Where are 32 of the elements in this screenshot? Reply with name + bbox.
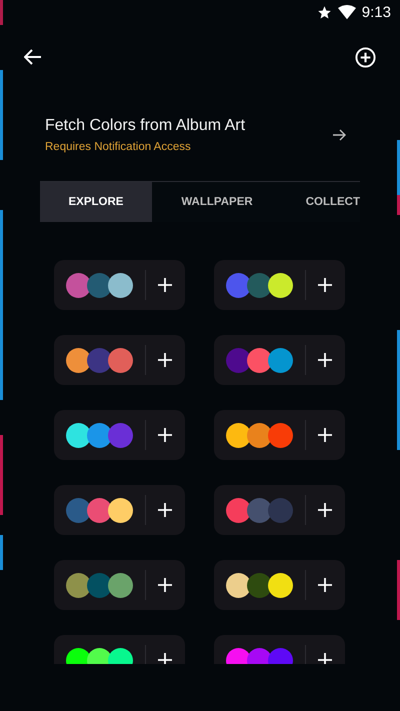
add-icon[interactable] (355, 46, 376, 68)
plus-icon[interactable] (318, 578, 332, 592)
plus-icon[interactable] (158, 278, 172, 292)
clock: 9:13 (362, 4, 391, 20)
plus-icon[interactable] (318, 503, 332, 517)
back-icon[interactable] (24, 49, 42, 65)
plus-icon[interactable] (158, 428, 172, 442)
tab[interactable]: WALLPAPER (152, 182, 282, 222)
tab[interactable]: COLLECT (282, 182, 360, 222)
tab[interactable]: EXPLORE (40, 182, 152, 222)
plus-icon[interactable] (158, 578, 172, 592)
plus-icon[interactable] (158, 503, 172, 517)
palette-card[interactable] (214, 335, 345, 385)
feature-title: Fetch Colors from Album Art (45, 117, 246, 135)
plus-icon[interactable] (318, 653, 332, 664)
wifi-icon (338, 4, 356, 20)
plus-icon[interactable] (318, 428, 332, 442)
plus-icon[interactable] (318, 353, 332, 367)
palette-card[interactable] (54, 410, 185, 460)
palette-card[interactable] (54, 335, 185, 385)
star-icon (316, 4, 332, 20)
palette-card[interactable] (214, 410, 345, 460)
palette-card[interactable] (54, 560, 185, 610)
plus-icon[interactable] (318, 278, 332, 292)
palette-card[interactable] (54, 260, 185, 310)
arrow-icon[interactable] (333, 129, 347, 141)
feature-subtitle: Requires Notification Access (45, 141, 192, 153)
plus-icon[interactable] (158, 653, 172, 664)
plus-icon[interactable] (158, 353, 172, 367)
palette-card[interactable] (214, 260, 345, 310)
palette-card[interactable] (214, 560, 345, 610)
palette-card[interactable] (54, 485, 185, 535)
